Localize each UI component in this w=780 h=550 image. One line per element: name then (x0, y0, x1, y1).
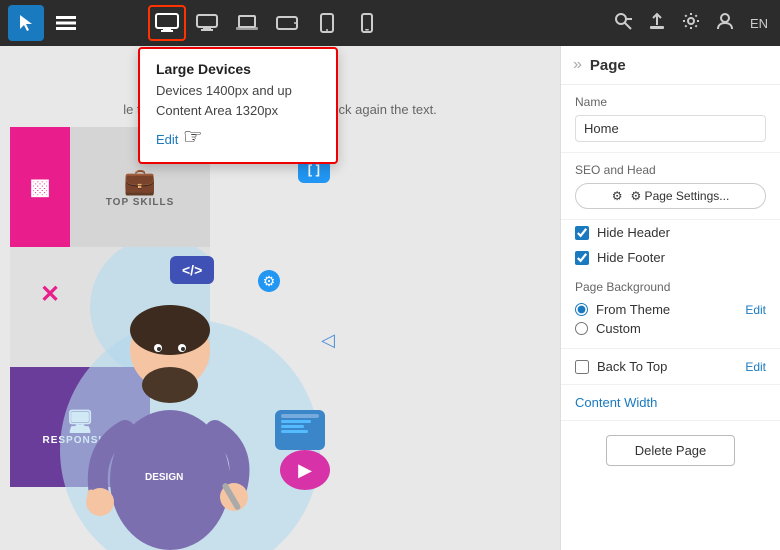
user-icon[interactable] (712, 8, 738, 39)
device-popup-line1: Devices 1400px and up (156, 81, 320, 101)
hide-footer-row: Hide Footer (561, 245, 780, 270)
content-width-link[interactable]: Content Width (561, 385, 780, 421)
page-background-section: Page Background From Theme Edit Custom (561, 270, 780, 349)
bg-label: Page Background (575, 280, 766, 294)
toolbar: Large Devices Devices 1400px and up Cont… (0, 0, 780, 46)
person-svg: DESIGN (60, 230, 280, 550)
toolbar-left (8, 5, 84, 41)
hide-header-checkbox[interactable] (575, 226, 589, 240)
triangle-icon: ◁ (321, 330, 335, 351)
device-popup-title: Large Devices (156, 61, 320, 77)
back-to-top-section: Back To Top Edit (561, 349, 780, 385)
device-btn-laptop[interactable] (228, 5, 266, 41)
back-to-top-edit[interactable]: Edit (745, 360, 766, 374)
panel-expand-button[interactable]: » (573, 56, 582, 74)
custom-label: Custom (596, 321, 641, 336)
from-theme-row: From Theme Edit (575, 300, 766, 319)
seo-label: SEO and Head (575, 163, 766, 177)
hide-footer-label: Hide Footer (597, 250, 665, 265)
svg-text:DESIGN: DESIGN (145, 472, 183, 483)
right-panel: » Page Name SEO and Head ⚙ ⚙ Page Settin… (560, 46, 780, 550)
settings-icon[interactable] (678, 8, 704, 39)
main-layout: Key Feat le text. Click to select the te… (0, 46, 780, 550)
search-icon[interactable] (610, 8, 636, 39)
back-to-top-checkbox-row: Back To Top (575, 359, 745, 374)
hide-footer-checkbox[interactable] (575, 251, 589, 265)
code-screen (275, 410, 325, 450)
seo-section: SEO and Head ⚙ ⚙ Page Settings... (561, 153, 780, 220)
from-theme-label: From Theme (596, 302, 670, 317)
delete-section: Delete Page (561, 421, 780, 480)
select-tool-button[interactable] (8, 5, 44, 41)
gear-icon: ⚙ (612, 189, 623, 203)
play-badge: ▶ (280, 450, 330, 490)
back-to-top-checkbox[interactable] (575, 360, 589, 374)
device-btn-mobile[interactable] (348, 5, 386, 41)
panel-header: » Page (561, 46, 780, 85)
x-mark: ✕ (40, 280, 60, 309)
hide-header-label: Hide Header (597, 225, 670, 240)
language-selector[interactable]: EN (746, 12, 772, 35)
toolbar-right: EN (610, 8, 772, 39)
publish-icon[interactable] (644, 8, 670, 39)
device-btn-tablet-landscape[interactable] (268, 5, 306, 41)
hide-header-row: Hide Header (561, 220, 780, 245)
device-buttons: Large Devices Devices 1400px and up Cont… (148, 5, 386, 41)
from-theme-edit[interactable]: Edit (745, 303, 766, 317)
illustration-area: DESIGN ✕ ▶ (40, 200, 340, 550)
name-section: Name (561, 85, 780, 153)
device-btn-tablet-portrait[interactable] (308, 5, 346, 41)
page-name-input[interactable] (575, 115, 766, 142)
delete-page-button[interactable]: Delete Page (606, 435, 736, 466)
panel-title: Page (590, 57, 626, 74)
layout-tool-button[interactable] (48, 5, 84, 41)
gear-small: ⚙ (258, 270, 280, 292)
device-popup: Large Devices Devices 1400px and up Cont… (138, 47, 338, 164)
device-btn-desktop[interactable] (188, 5, 226, 41)
custom-row: Custom (575, 319, 766, 338)
custom-radio[interactable] (575, 322, 588, 335)
cursor-icon: ☞ (183, 124, 203, 150)
device-popup-line2: Content Area 1320px (156, 101, 320, 121)
name-label: Name (575, 95, 766, 109)
from-theme-radio[interactable] (575, 303, 588, 316)
device-popup-edit-link[interactable]: Edit (156, 132, 178, 147)
device-btn-large[interactable] (148, 5, 186, 41)
back-to-top-label: Back To Top (597, 359, 667, 374)
page-settings-button[interactable]: ⚙ ⚙ Page Settings... (575, 183, 766, 209)
